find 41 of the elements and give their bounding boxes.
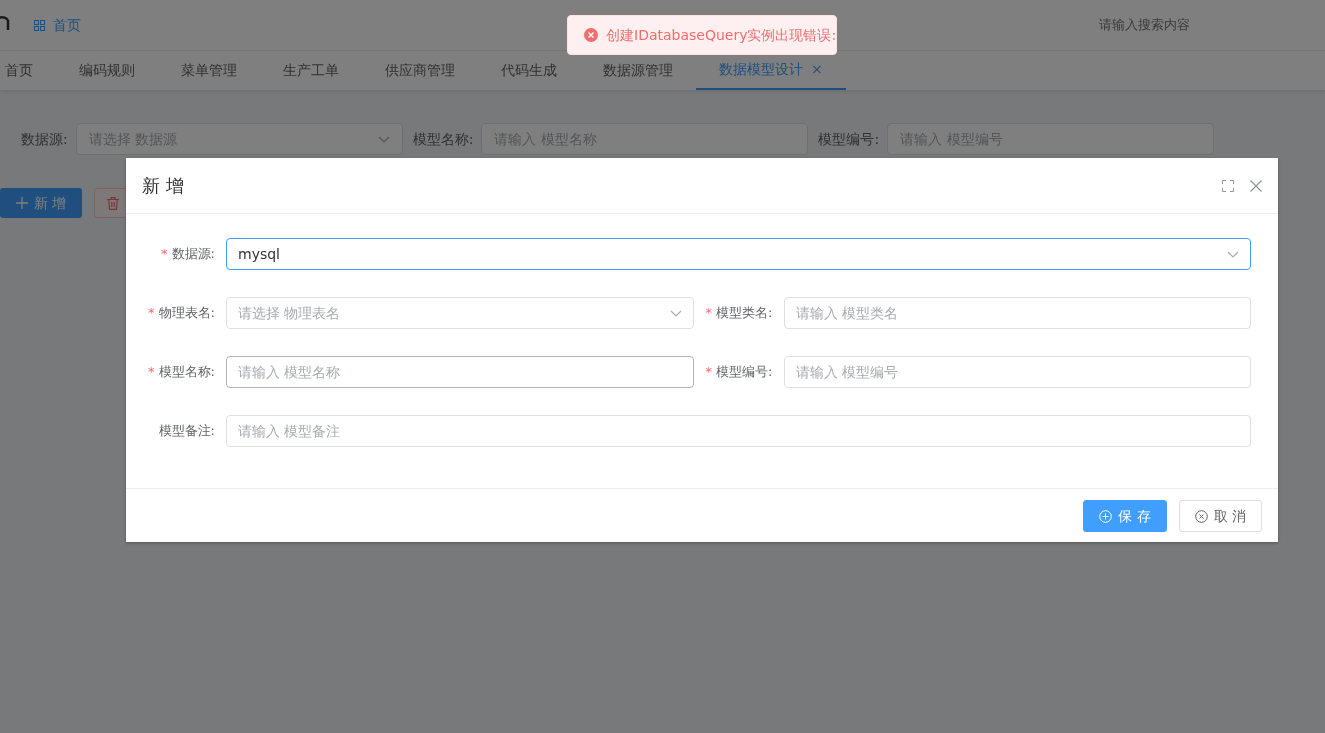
error-icon [584, 28, 598, 42]
select-field[interactable]: mysql [226, 238, 1251, 270]
tab[interactable]: 数据源管理 [580, 51, 696, 90]
field-label: 模型编号: [818, 129, 880, 149]
tab[interactable]: 首页 [0, 51, 56, 90]
field-label: * 物理表名: [147, 304, 216, 323]
home-link[interactable]: 首页 [34, 14, 81, 36]
trash-icon [107, 196, 120, 210]
close-circle-icon [1194, 509, 1208, 523]
tab[interactable]: 菜单管理 [158, 51, 260, 90]
field-label: * 模型编号: [704, 363, 774, 382]
chevron-down-icon [669, 309, 682, 317]
tab[interactable]: 编码规则 [56, 51, 158, 90]
field-label: 数据源: [21, 129, 68, 149]
close-icon[interactable] [1250, 179, 1262, 192]
add-button[interactable]: 新 增 [0, 188, 83, 218]
grid-icon [34, 19, 45, 31]
plus-circle-icon [1099, 509, 1113, 523]
select-field[interactable]: 请选择 物理表名 [226, 297, 694, 329]
tab[interactable]: 生产工单 [260, 51, 362, 90]
save-button[interactable]: 保 存 [1083, 500, 1167, 532]
plus-icon [16, 197, 28, 209]
input-field[interactable]: 请输入 模型编号 [783, 356, 1251, 388]
chevron-down-icon [377, 135, 390, 143]
field-label: 模型备注: [157, 422, 216, 441]
tab[interactable]: 代码生成 [478, 51, 580, 90]
toast-message: 创建IDatabaseQuery实例出现错误: [606, 25, 837, 45]
input-field[interactable]: 请输入 模型备注 [226, 415, 1251, 447]
field-label: * 数据源: [160, 245, 216, 264]
tab[interactable]: 供应商管理 [362, 51, 478, 90]
close-icon[interactable]: × [811, 59, 823, 80]
dialog-title: 新 增 [142, 174, 184, 198]
field-label: * 模型类名: [704, 304, 774, 323]
field-label: * 模型名称: [147, 363, 216, 382]
search-field[interactable]: 请输入搜索内容 [1097, 14, 1257, 36]
field-label: 模型名称: [412, 129, 474, 149]
fullscreen-icon[interactable] [1222, 179, 1234, 192]
input-field[interactable]: 请输入 模型名称 [226, 356, 694, 388]
input-field[interactable]: 请输入 模型类名 [783, 297, 1251, 329]
cancel-button[interactable]: 取 消 [1178, 500, 1262, 532]
chevron-down-icon [1227, 250, 1239, 258]
